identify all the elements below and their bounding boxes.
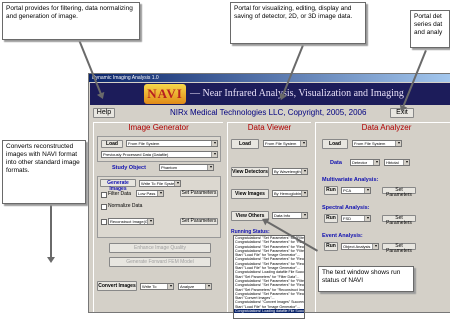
chevron-down-icon <box>150 220 152 222</box>
view-others-select[interactable]: Data Info <box>272 212 308 219</box>
view-images-button[interactable]: View Images <box>231 189 269 199</box>
reconstruct-set-parameters-button[interactable]: Set Parameters <box>180 218 218 225</box>
normalize-data-label: Normalize Data <box>108 203 143 209</box>
multivariate-method-select[interactable]: PCA <box>341 187 371 194</box>
spectral-set-parameters-button[interactable]: Set Parameters <box>382 215 416 226</box>
convert-target-select[interactable]: Write To <box>140 283 174 290</box>
event-label: Event Analysis: <box>322 233 363 239</box>
chevron-down-icon <box>304 214 306 216</box>
chevron-down-icon <box>398 142 400 144</box>
image-generator-panel: Image Generator Load From File System Pr… <box>93 122 223 312</box>
event-run-button[interactable]: Run <box>324 242 338 251</box>
normalize-data-checkbox[interactable] <box>101 204 107 210</box>
event-method-select[interactable]: Object Analysis <box>341 243 379 250</box>
data-label: Data <box>330 160 342 166</box>
generate-fem-button[interactable]: Generate Forward FEM Model <box>109 257 211 267</box>
running-status-log[interactable]: Congratulations! "Set Parameters" for "F… <box>233 235 305 319</box>
reconstruct-checkbox[interactable] <box>101 219 107 225</box>
chevron-down-icon <box>303 142 305 144</box>
filter-set-parameters-button[interactable]: Set Parameters <box>180 190 218 197</box>
data-analyzer-heading: Data Analyzer <box>361 123 412 132</box>
filter-type-select[interactable]: Low Pass <box>136 190 164 197</box>
chevron-down-icon <box>367 217 369 219</box>
multivariate-set-parameters-button[interactable]: Set Parameters <box>382 187 416 198</box>
view-detectors-select[interactable]: By Wavelength <box>272 168 308 175</box>
status-line: Congratulations! "Set Parameters" for "R… <box>235 283 304 288</box>
viewer-load-source-select[interactable]: From File System <box>263 140 307 147</box>
chevron-down-icon <box>170 285 172 287</box>
data-variable-select[interactable]: Hbtotal <box>384 159 410 166</box>
event-set-parameters-button[interactable]: Set Parameters <box>382 243 416 254</box>
multivariate-run-button[interactable]: Run <box>324 186 338 195</box>
status-line: Congratulations! "Set Parameters" for "R… <box>235 240 304 245</box>
chevron-down-icon <box>375 245 377 247</box>
recent-data-select[interactable]: Previously Processed Data (Datafile) <box>101 151 218 158</box>
chevron-down-icon <box>367 189 369 191</box>
image-generator-heading: Image Generator <box>128 123 189 132</box>
view-images-select[interactable]: By Hemoglobin <box>272 190 308 197</box>
filter-data-checkbox[interactable] <box>101 192 107 198</box>
chevron-down-icon <box>304 192 306 194</box>
callout-arrow-converts <box>47 204 55 263</box>
multivariate-label: Multivariate Analysis: <box>322 177 379 183</box>
toolbar: Help NIRx Medical Technologies LLC, Copy… <box>90 106 450 120</box>
chevron-down-icon <box>304 170 306 172</box>
load-group: Load From File System Previously Process… <box>97 136 221 162</box>
callout-converts: Converts reconstructed images with NAVI … <box>2 140 86 204</box>
chevron-down-icon <box>376 161 378 163</box>
generator-load-source-select[interactable]: From File System <box>126 140 218 147</box>
analyzer-load-source-select[interactable]: From File System <box>352 140 402 147</box>
enhance-image-button[interactable]: Enhance Image Quality <box>109 243 211 253</box>
reconstruct-select[interactable]: Reconstruct Image(Grid) <box>108 218 154 225</box>
copyright: NIRx Medical Technologies LLC, Copyright… <box>170 108 367 117</box>
chevron-down-icon <box>406 161 408 163</box>
study-object-select[interactable]: Phantom <box>159 164 214 171</box>
callout-status: The text window shows run status of NAVI <box>318 266 414 292</box>
generate-group: Generate Images Write To File System Fil… <box>97 176 221 238</box>
view-detectors-button[interactable]: View Detectors <box>231 167 269 177</box>
analyzer-load-button[interactable]: Load <box>322 139 348 149</box>
chevron-down-icon <box>177 182 179 184</box>
spectral-method-select[interactable]: FSD <box>341 215 371 222</box>
generate-target-select[interactable]: Write To File System <box>139 180 181 187</box>
chevron-down-icon <box>160 192 162 194</box>
chevron-down-icon <box>214 153 216 155</box>
data-type-select[interactable]: Detector <box>350 159 380 166</box>
banner: NAVI — Near Infrared Analysis, Visualiza… <box>90 83 450 105</box>
callout-generator: Portal provides for filtering, data norm… <box>2 2 140 40</box>
study-object-label: Study Object <box>112 165 146 171</box>
navi-logo: NAVI <box>144 84 186 104</box>
chevron-down-icon <box>214 142 216 144</box>
chevron-down-icon <box>210 166 212 168</box>
spectral-label: Spectral Analysis: <box>322 205 370 211</box>
data-viewer-heading: Data Viewer <box>247 123 292 132</box>
data-viewer-panel: Data Viewer Load From File System View D… <box>227 122 311 319</box>
generate-images-button[interactable]: Generate Images <box>100 179 136 192</box>
filter-data-label: Filter Data <box>108 191 132 197</box>
convert-images-button[interactable]: Convert Images <box>97 281 137 291</box>
help-button[interactable]: Help <box>93 108 115 118</box>
callout-viewer: Portal for visualizing, editing, display… <box>230 2 366 44</box>
chevron-down-icon <box>208 285 210 287</box>
status-line: Congratulations! Loading datafile File S… <box>234 309 305 314</box>
generator-load-button[interactable]: Load <box>101 140 123 148</box>
banner-text: — Near Infrared Analysis, Visualization … <box>190 88 404 99</box>
spectral-run-button[interactable]: Run <box>324 214 338 223</box>
convert-format-select[interactable]: Analyze <box>178 283 212 290</box>
viewer-load-button[interactable]: Load <box>231 139 259 149</box>
window-title: Dynamic Imaging Analysis 1.0 <box>89 74 450 82</box>
callout-analyzer: Portal det series dat and analy <box>410 10 450 48</box>
